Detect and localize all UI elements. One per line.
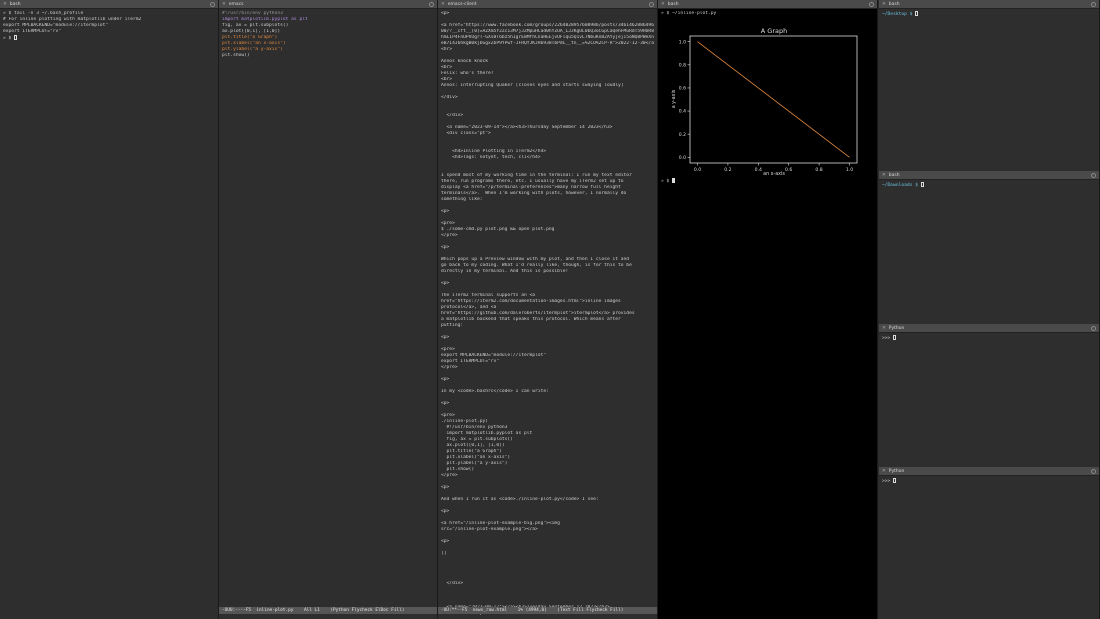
pane-titlebar[interactable]: ✕ bash [658,0,877,9]
pane-titlebar[interactable]: ✕ bash [0,0,218,9]
prompt-text: >>> [882,336,891,341]
cursor [893,335,897,340]
x-tick-label: 0.2 [724,167,731,173]
python-repl-pane-1[interactable]: ✕ Python >>> [879,324,1100,467]
pane-titlebar[interactable]: ✕ Python [879,467,1099,476]
close-icon[interactable]: ✕ [661,2,665,7]
pane-title: emacs-client [447,2,477,7]
prompt-line[interactable]: ~/Downloads $ [882,182,1096,188]
pane-title: bash [888,173,900,178]
cursor [893,478,897,483]
y-tick-label: 1.0 [679,39,686,45]
close-icon[interactable]: ✕ [3,2,7,7]
pane-titlebar[interactable]: ✕ bash [879,0,1099,9]
code-line: eB7I4J6hkgB0kjbGgxZbP9YPwf-JFRQfJKJH6938… [441,41,654,46]
python-repl-pane-2[interactable]: ✕ Python >>> [879,467,1100,619]
terminal-pane-plot[interactable]: ✕ bash » $ ~/inline-plot.py A Graph 0.0 0.… [658,0,878,619]
code-line: plt.show() [222,53,250,58]
cursor [14,35,18,40]
pane-title: Python [888,326,905,331]
x-axis-label: an x-axis [763,171,785,177]
code-line: Annos: interrupting Quaker [closes eyes … [441,83,624,88]
prompt-text: ~/Downloads $ [882,183,918,188]
emacs-modeline: -UUU:----F5 inline-plot.py All L1 (Pytho… [219,607,437,614]
pane-titlebar[interactable]: ✕ emacs-client [438,0,657,9]
pane-menu-icon[interactable] [1091,2,1096,7]
cursor [915,11,919,16]
y-axis-label: a y-axis [671,89,677,108]
pane-menu-icon[interactable] [1091,173,1096,178]
pane-menu-icon[interactable] [649,2,654,7]
pane-titlebar[interactable]: ✕ bash [879,171,1099,180]
y-tick-group: 0.0 0.2 0.4 0.6 0.8 1.0 [679,39,690,161]
x-tick-label: 0.4 [755,167,762,173]
prompt-text: » $ [661,179,670,184]
pane-menu-icon[interactable] [1091,326,1096,331]
prompt-line[interactable]: >>> [882,335,1096,341]
pane-title: Python [888,469,905,474]
close-icon[interactable]: ✕ [882,2,886,7]
pane-titlebar[interactable]: ✕ Python [879,324,1099,333]
emacs-modeline: -UU:**--F5 news_raw.html 1% (4994,0) (Te… [438,607,657,614]
x-tick-label: 0.8 [815,167,822,173]
pane-title: bash [9,2,21,7]
inline-plot: A Graph 0.0 0.2 0.4 0.6 0.8 1.0 0.00.20.40.60… [671,27,858,177]
prompt-line[interactable]: >>> [882,478,1096,484]
close-icon[interactable]: ✕ [222,2,226,7]
terminal-pane-downloads[interactable]: ✕ bash ~/Downloads $ [879,171,1100,324]
pane-menu-icon[interactable] [429,2,434,7]
y-tick-label: 0.8 [679,62,686,68]
close-icon[interactable]: ✕ [882,469,886,474]
y-tick-label: 0.2 [679,132,686,138]
pane-title: bash [888,2,900,7]
terminal-output[interactable]: » $ tail -n 3 ~/.bash_profile # For inlin… [0,9,218,43]
y-tick-label: 0.6 [679,86,686,92]
terminal-line: » $ [3,35,215,41]
x-tick-label: 1.0 [846,167,853,173]
prompt-line[interactable]: ~/Desktop $ [882,11,1096,17]
pane-title: bash [667,2,679,7]
prompt-line[interactable]: » $ [661,178,676,184]
editor-pane-emacs[interactable]: ✕ emacs #!/usr/bin/env python3 import matp… [219,0,438,619]
prompt-text: >>> [882,479,891,484]
pane-menu-icon[interactable] [1091,469,1096,474]
chart-title: A Graph [761,27,787,35]
x-tick-label: 0.0 [694,167,701,173]
command-text: » $ ~/inline-plot.py [661,11,717,16]
close-icon[interactable]: ✕ [882,326,886,331]
cursor [920,182,924,187]
close-icon[interactable]: ✕ [441,2,445,7]
cursor [672,178,676,183]
y-tick-label: 0.4 [679,109,686,115]
terminal-pane-bash-1[interactable]: ✕ bash » $ tail -n 3 ~/.bash_profile # For… [0,0,219,619]
y-tick-label: 0.0 [679,155,686,161]
pane-titlebar[interactable]: ✕ emacs [219,0,437,9]
terminal-pane-desktop[interactable]: ✕ bash ~/Desktop $ [879,0,1100,171]
close-icon[interactable]: ✕ [882,173,886,178]
pane-menu-icon[interactable] [210,2,215,7]
x-tick-label: 0.6 [785,167,792,173]
pane-menu-icon[interactable] [869,2,874,7]
series-line [697,41,850,158]
prompt-text: ~/Desktop $ [882,12,913,17]
editor-buffer[interactable]: #!/usr/bin/env python3 import matplotlib.… [219,9,437,61]
editor-pane-html[interactable]: ✕ emacs-client <p> <a href="https://www.fa… [438,0,658,619]
editor-buffer[interactable]: <p> <a href="https://www.facebook.com/gro… [438,9,657,619]
pane-title: emacs [228,2,244,7]
